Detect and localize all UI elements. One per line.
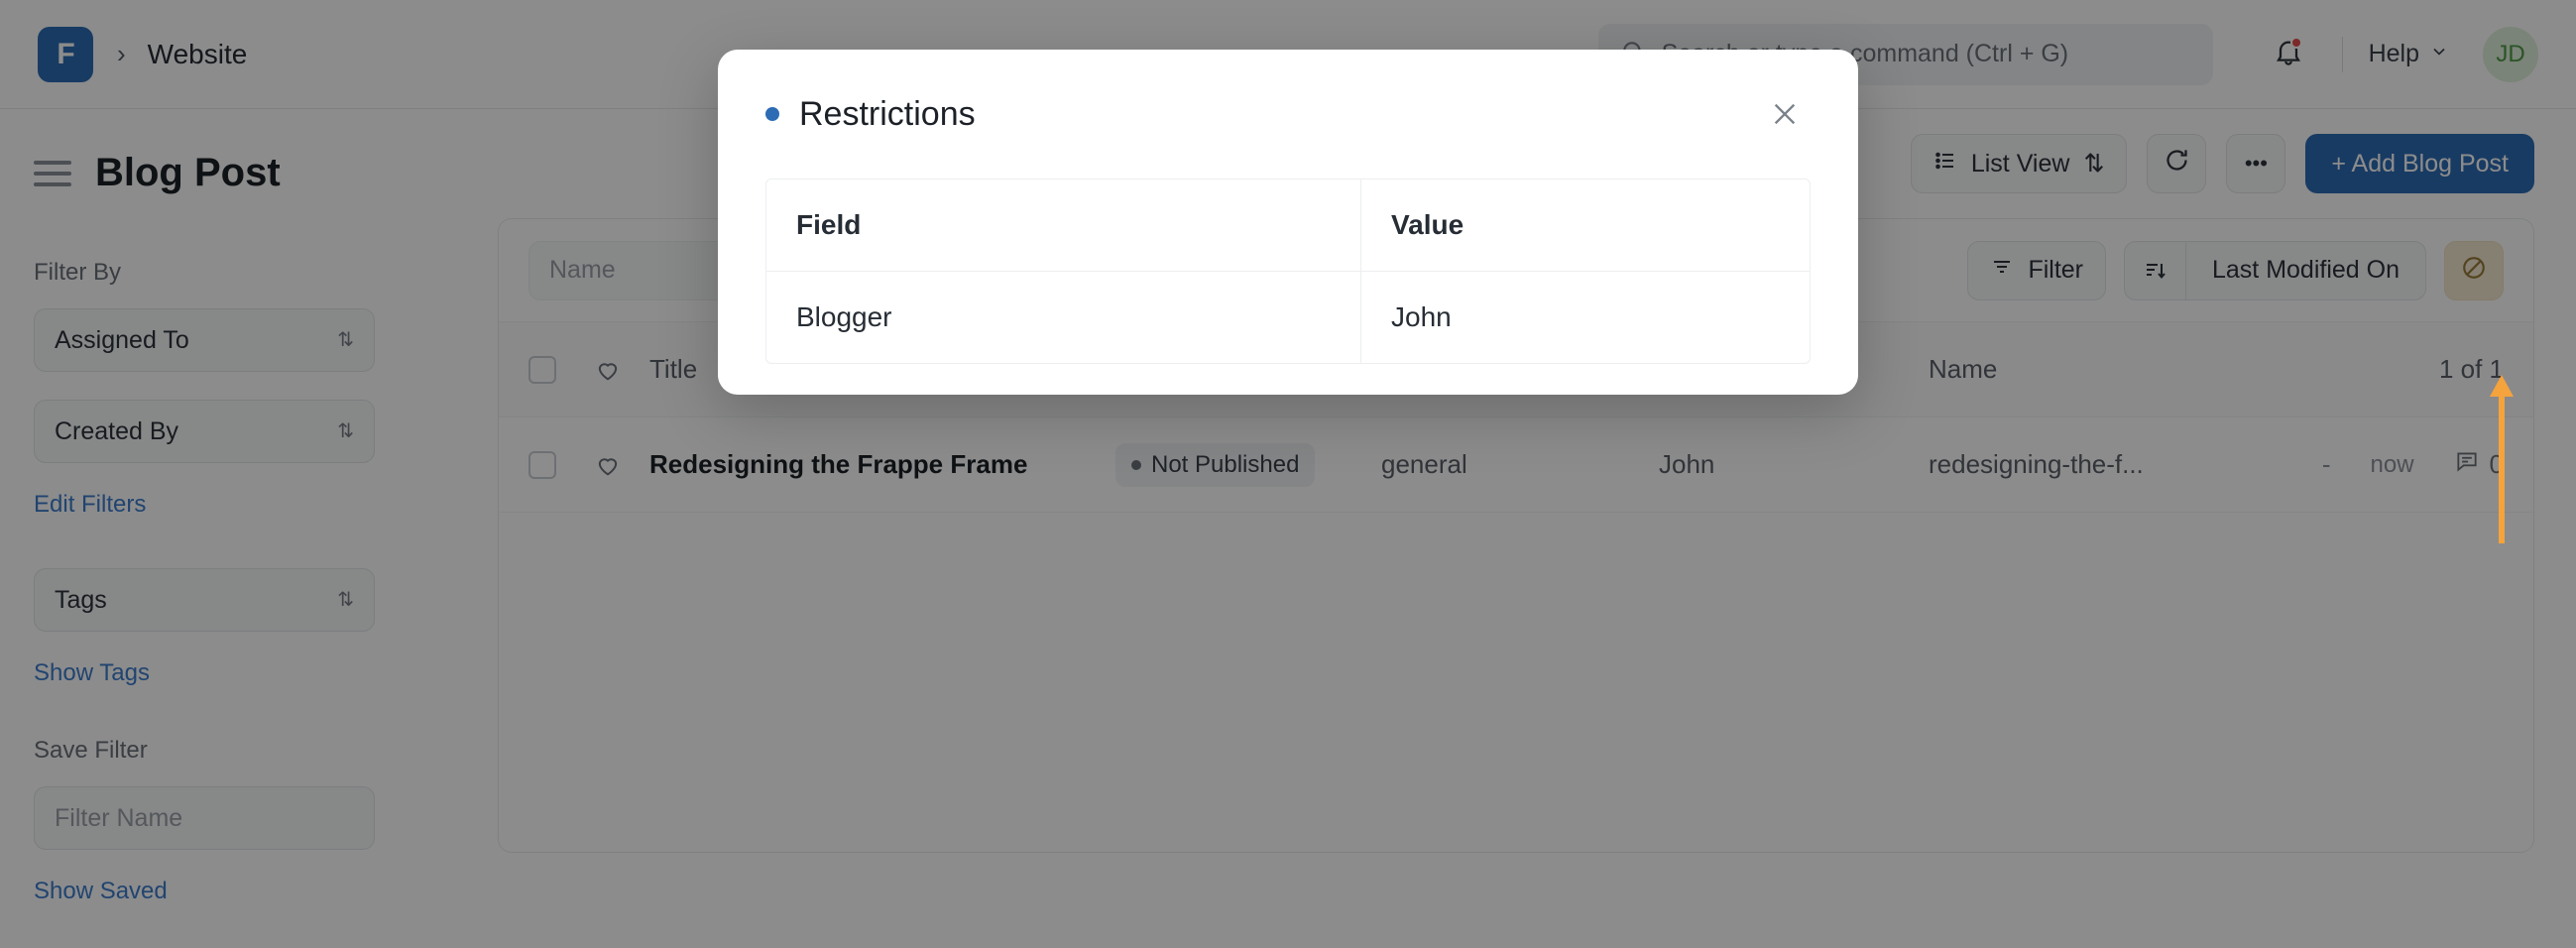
restrictions-table: Field Value Blogger John: [765, 178, 1811, 364]
modal-header: Restrictions: [765, 50, 1811, 178]
restrictions-modal: Restrictions Field Value Blogger John: [718, 50, 1858, 395]
restriction-value: John: [1361, 272, 1810, 363]
close-icon[interactable]: [1759, 88, 1811, 140]
restrictions-table-header: Field Value: [766, 179, 1810, 271]
restriction-field: Blogger: [766, 272, 1361, 363]
column-header-value: Value: [1361, 179, 1810, 271]
arrow-up-icon: [2489, 375, 2515, 543]
column-header-field: Field: [766, 179, 1361, 271]
table-row: Blogger John: [766, 271, 1810, 363]
modal-title: Restrictions: [799, 95, 976, 134]
modal-status-dot: [765, 107, 779, 121]
